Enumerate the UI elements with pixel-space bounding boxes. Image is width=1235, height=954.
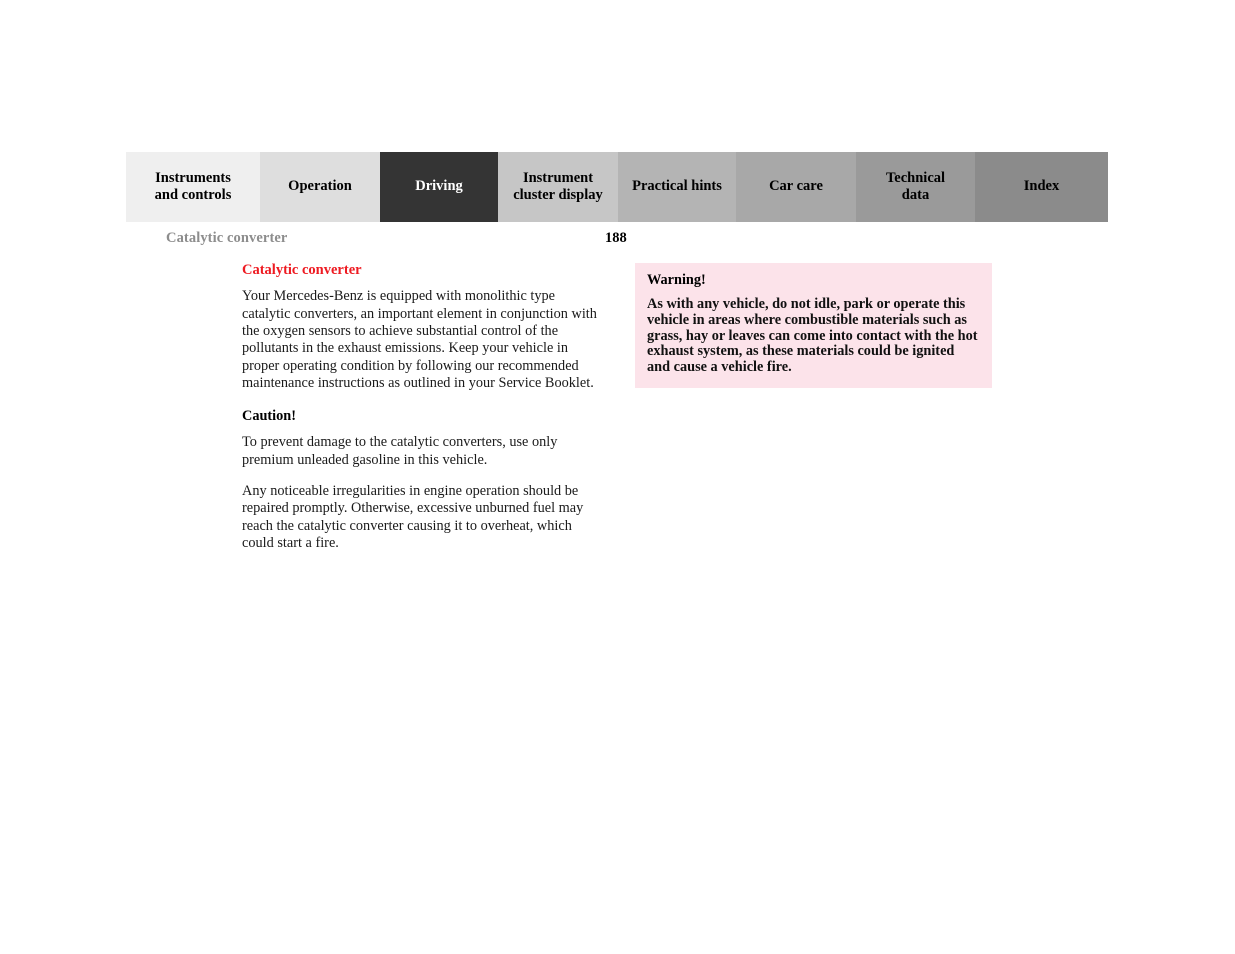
- chapter-tab-1[interactable]: Operation: [260, 152, 380, 222]
- chapter-tab-2[interactable]: Driving: [380, 152, 498, 222]
- warning-heading: Warning!: [647, 272, 706, 288]
- page-number: 188: [605, 230, 627, 246]
- right-column: Warning! As with any vehicle, do not idl…: [635, 263, 992, 388]
- chapter-tab-4[interactable]: Practical hints: [618, 152, 736, 222]
- left-text-column: Catalytic converter Your Mercedes-Benz i…: [242, 262, 600, 552]
- chapter-tab-label: Instrument cluster display: [513, 169, 603, 203]
- chapter-tab-label: Operation: [288, 178, 352, 195]
- manual-page: Instruments and controls Operation Driving…: [0, 0, 1235, 954]
- chapter-tab-label: Car care: [769, 178, 823, 195]
- chapter-tab-bar: Instruments and controls Operation Driving…: [126, 152, 1108, 222]
- running-header: Catalytic converter 188: [166, 230, 1108, 250]
- chapter-tab-0[interactable]: Instruments and controls: [126, 152, 260, 222]
- caution-heading: Caution!: [242, 408, 297, 425]
- warning-box: Warning! As with any vehicle, do not idl…: [635, 263, 992, 388]
- running-header-title: Catalytic converter: [166, 230, 288, 246]
- chapter-tab-label: Index: [1023, 178, 1060, 195]
- chapter-tab-label: Technical data: [885, 169, 946, 203]
- chapter-tab-label: Driving: [415, 178, 463, 195]
- warning-text: As with any vehicle, do not idle, park o…: [647, 296, 978, 375]
- chapter-tab-label: Practical hints: [632, 178, 722, 195]
- caution-paragraph-1: To prevent damage to the catalytic conve…: [242, 434, 558, 468]
- intro-paragraph: Your Mercedes-Benz is equipped with mono…: [242, 288, 597, 391]
- chapter-tab-3[interactable]: Instrument cluster display: [498, 152, 618, 222]
- chapter-tab-6[interactable]: Technical data: [856, 152, 975, 222]
- chapter-tab-7[interactable]: Index: [975, 152, 1108, 222]
- section-heading: Catalytic converter: [242, 262, 362, 278]
- caution-paragraph-2: Any noticeable irregularities in engine …: [242, 482, 584, 551]
- chapter-tab-5[interactable]: Car care: [736, 152, 856, 222]
- chapter-tab-label: Instruments and controls: [154, 169, 232, 203]
